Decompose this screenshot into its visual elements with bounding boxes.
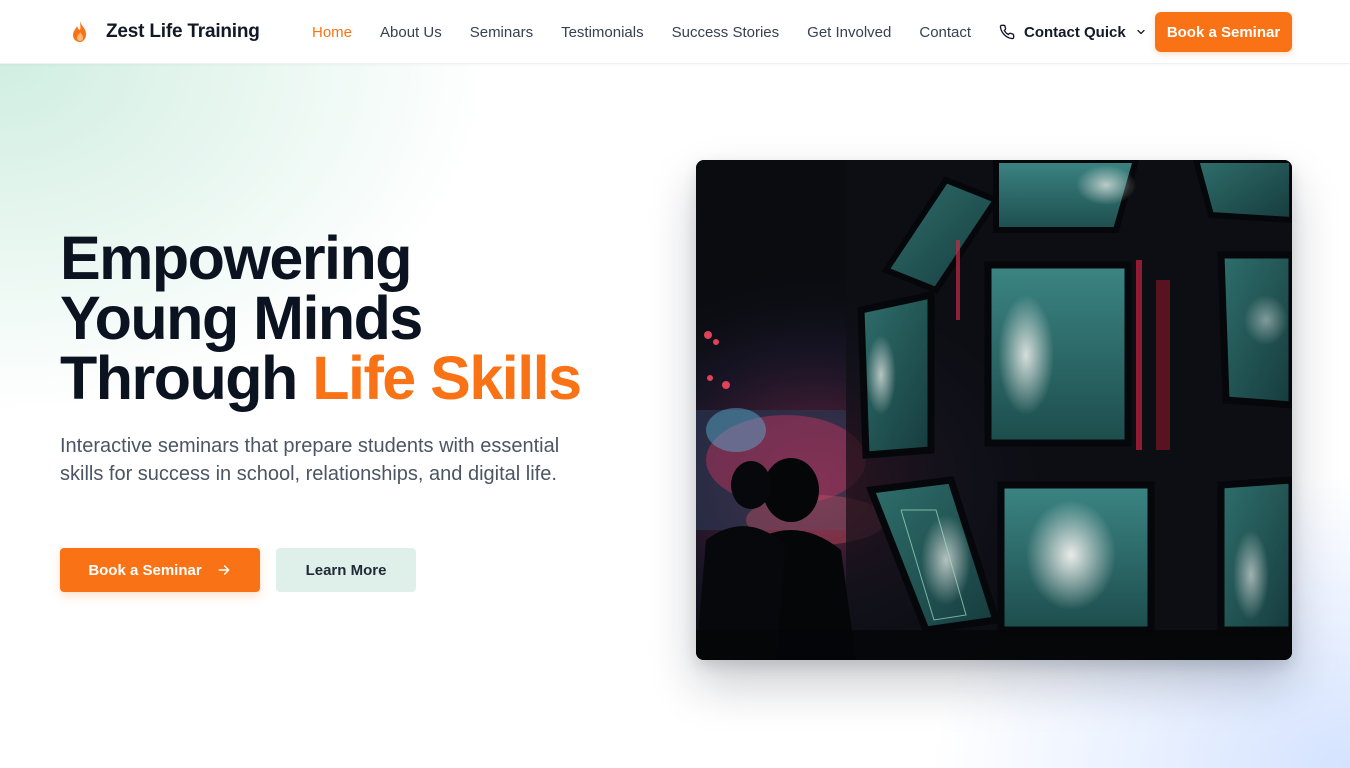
headline-line-2: Young Minds bbox=[60, 284, 423, 352]
contact-quick-dropdown[interactable]: Contact Quick bbox=[999, 20, 1147, 44]
learn-more-button[interactable]: Learn More bbox=[276, 548, 416, 592]
arrow-right-icon bbox=[216, 562, 232, 578]
book-seminar-button[interactable]: Book a Seminar bbox=[60, 548, 260, 592]
nav-get-involved[interactable]: Get Involved bbox=[807, 24, 891, 41]
phone-icon bbox=[999, 24, 1015, 40]
flame-icon bbox=[68, 18, 92, 46]
brand-name: Zest Life Training bbox=[106, 21, 260, 42]
nav-contact[interactable]: Contact bbox=[919, 24, 971, 41]
hero-subtitle: Interactive seminars that prepare studen… bbox=[60, 435, 560, 485]
hero-headline: Empowering Young Minds Through Life Skil… bbox=[60, 228, 640, 409]
nav-seminars[interactable]: Seminars bbox=[470, 24, 533, 41]
nav-success-stories[interactable]: Success Stories bbox=[672, 24, 780, 41]
book-seminar-header-button[interactable]: Book a Seminar bbox=[1155, 12, 1292, 52]
book-seminar-label: Book a Seminar bbox=[88, 561, 202, 579]
headline-line-3: Through bbox=[60, 344, 313, 412]
hero-section: Empowering Young Minds Through Life Skil… bbox=[0, 64, 1350, 768]
main-nav: Home About Us Seminars Testimonials Succ… bbox=[312, 20, 971, 44]
chevron-down-icon bbox=[1135, 26, 1147, 38]
nav-testimonials[interactable]: Testimonials bbox=[561, 24, 644, 41]
contact-quick-label: Contact Quick bbox=[1024, 23, 1126, 41]
nav-home[interactable]: Home bbox=[312, 24, 352, 41]
site-header: Zest Life Training Home About Us Seminar… bbox=[0, 0, 1350, 64]
headline-line-1: Empowering bbox=[60, 224, 413, 292]
page: Zest Life Training Home About Us Seminar… bbox=[0, 0, 1350, 768]
headline-accent: Life Skills bbox=[312, 344, 582, 412]
hero-image bbox=[696, 160, 1292, 660]
brand-logo[interactable]: Zest Life Training bbox=[68, 18, 260, 46]
nav-about-us[interactable]: About Us bbox=[380, 24, 442, 41]
